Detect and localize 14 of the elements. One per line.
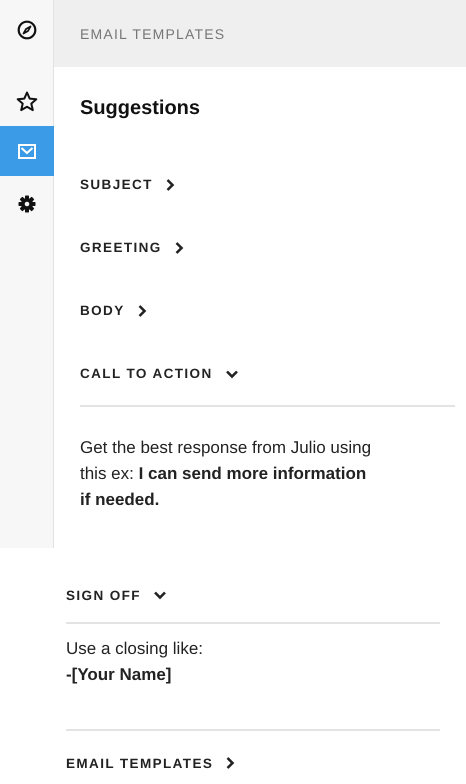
suggestion-text: Get the best response from Julio using this ex: I can send more information if needed. xyxy=(80,437,372,511)
section-toggle[interactable]: CALL TO ACTION xyxy=(80,342,239,405)
header-title: EMAIL TEMPLATES xyxy=(80,26,226,42)
panel-title: Suggestions xyxy=(80,97,202,120)
section-toggle[interactable]: GREETING xyxy=(80,216,184,279)
compass-icon xyxy=(16,20,36,40)
suggestion-text: Use a closing like: -[Your Name] xyxy=(66,638,204,686)
section-toggle[interactable]: EMAIL TEMPLATES xyxy=(66,743,236,783)
envelope-icon xyxy=(18,144,36,158)
section-toggle[interactable]: SIGN OFF xyxy=(66,568,167,622)
star-icon xyxy=(16,90,38,112)
section-toggle[interactable]: SUBJECT xyxy=(80,153,175,216)
section-toggle[interactable]: BODY xyxy=(80,279,147,342)
settings-icon xyxy=(18,195,36,213)
